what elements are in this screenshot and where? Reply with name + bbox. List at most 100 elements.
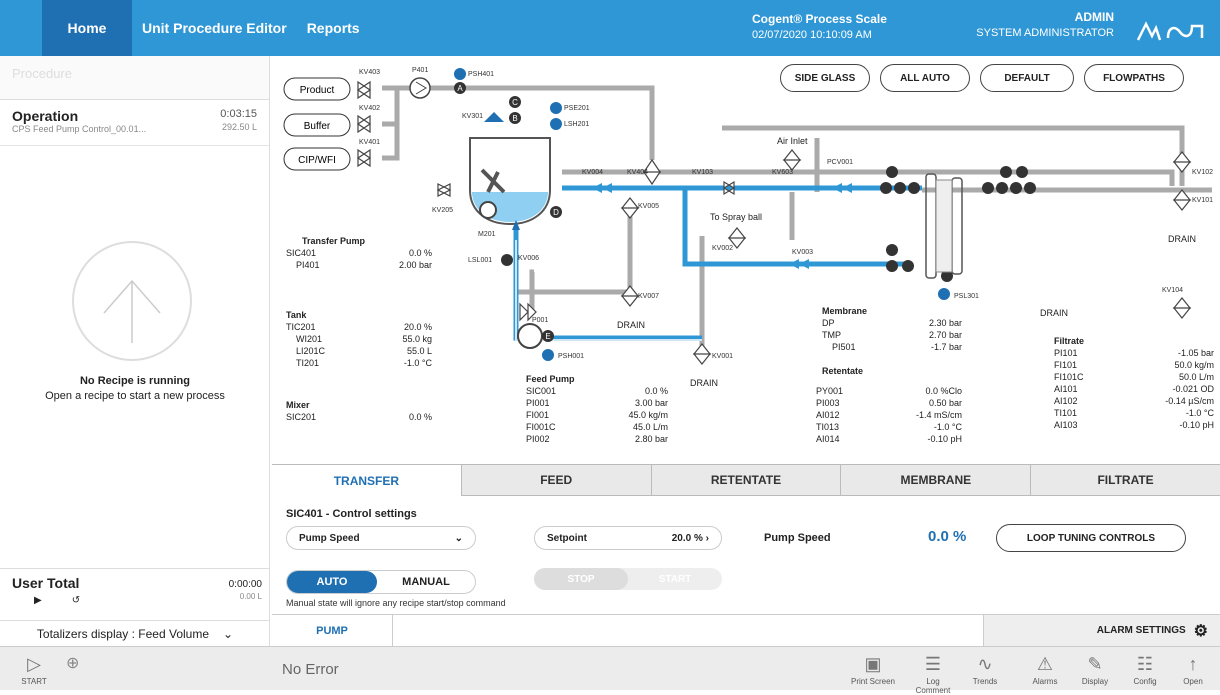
auto-option[interactable]: AUTO [287,571,377,593]
open-button[interactable]: ↑ Open [1170,651,1216,686]
svg-text:PI101: PI101 [1054,348,1078,358]
svg-text:KV002: KV002 [712,245,733,252]
svg-text:DRAIN: DRAIN [690,378,718,388]
user-info[interactable]: ADMIN SYSTEM ADMINISTRATOR [960,10,1114,41]
manual-option[interactable]: MANUAL [377,571,475,593]
pump-icon[interactable]: ⊕ [66,653,79,673]
app-info: Cogent® Process Scale 02/07/2020 10:10:0… [752,12,887,43]
source-product[interactable]: Product [283,77,351,101]
pump-message-field[interactable] [392,614,984,647]
source-cip-wfi[interactable]: CIP/WFI [283,147,351,171]
brand-logo-icon [1136,21,1204,41]
svg-text:PY001: PY001 [816,386,843,396]
mode-select-value: Pump Speed [299,532,360,544]
play-icon[interactable]: ▶ [34,595,42,606]
svg-text:AI101: AI101 [1054,384,1078,394]
start-button[interactable]: START [628,568,722,590]
alarm-settings-button[interactable]: ALARM SETTINGS ⚙ [984,614,1220,647]
svg-text:0.0 %: 0.0 % [409,412,432,422]
svg-text:TI201: TI201 [296,358,319,368]
display-button[interactable]: ✎ Display [1072,651,1118,686]
open-recipe-button[interactable] [72,241,192,361]
status-text: No Error [282,661,339,678]
transfer-pump-icon[interactable] [409,77,431,99]
svg-text:M201: M201 [478,231,496,238]
svg-text:PI002: PI002 [526,434,550,444]
svg-text:Air Inlet: Air Inlet [777,136,808,146]
config-label: Config [1133,677,1157,686]
svg-text:KV403: KV403 [359,69,380,76]
svg-text:-0.10 pH: -0.10 pH [927,434,962,444]
config-button[interactable]: ☷ Config [1122,651,1168,686]
tab-home[interactable]: Home [42,0,132,56]
svg-text:-1.0 °C: -1.0 °C [404,358,433,368]
alarms-button[interactable]: ⚠ Alarms [1022,651,1068,686]
print-screen-button[interactable]: ▣ Print Screen [850,651,896,686]
manual-hint: Manual state will ignore any recipe star… [286,598,506,608]
svg-text:-0.14 µS/cm: -0.14 µS/cm [1165,396,1214,406]
tab-reports[interactable]: Reports [297,0,370,56]
svg-text:PSL301: PSL301 [954,293,979,300]
svg-text:50.0 L/m: 50.0 L/m [1179,372,1214,382]
setpoint-field[interactable]: Setpoint 20.0 % › [534,526,722,550]
log-comment-button[interactable]: ☰ Log Comment [910,651,956,695]
control-settings-panel: SIC401 - Control settings Pump Speed ⌄ Se… [272,496,1220,614]
tab-membrane[interactable]: MEMBRANE [841,465,1032,496]
flowpaths-button[interactable]: FLOWPATHS [1084,64,1184,92]
reset-icon[interactable]: ↺ [72,595,80,606]
svg-text:PI003: PI003 [816,398,840,408]
svg-text:-0.10 pH: -0.10 pH [1179,420,1214,430]
svg-text:AI103: AI103 [1054,420,1078,430]
feed-pump-icon[interactable] [517,323,543,349]
start-stop-toggle[interactable]: STOP START [534,568,722,590]
stop-button[interactable]: STOP [534,568,628,590]
svg-text:LSL001: LSL001 [468,257,492,264]
display-label: Display [1081,677,1109,686]
svg-text:Product: Product [300,85,335,96]
default-button[interactable]: DEFAULT [980,64,1074,92]
svg-text:FI101: FI101 [1054,360,1077,370]
svg-text:2.30 bar: 2.30 bar [929,318,962,328]
sliders-icon: ☷ [1136,654,1154,674]
auto-manual-toggle[interactable]: AUTO MANUAL [286,570,476,594]
svg-text:TIC201: TIC201 [286,322,316,332]
operation-item[interactable]: Operation 0:03:15 292.50 L CPS Feed Pump … [0,100,269,146]
svg-text:-1.0 °C: -1.0 °C [1186,408,1215,418]
svg-text:AI014: AI014 [816,434,840,444]
svg-text:KV102: KV102 [1192,169,1213,176]
filtrate-readout: Filtrate PI101 -1.05 bar FI101 50.0 kg/m F… [1054,336,1214,430]
start-footer-button[interactable]: ▷ START [14,651,54,686]
svg-text:WI201: WI201 [296,334,322,344]
tab-filtrate[interactable]: FILTRATE [1031,465,1220,496]
section-tabs: TRANSFER FEED RETENTATE MEMBRANE FILTRAT… [272,464,1220,496]
no-recipe-title: No Recipe is running [79,375,190,387]
datetime: 02/07/2020 10:10:09 AM [752,29,872,41]
loop-tuning-button[interactable]: LOOP TUNING CONTROLS [996,524,1186,552]
svg-text:KV205: KV205 [432,207,453,214]
svg-text:AI012: AI012 [816,410,840,420]
svg-text:FI001: FI001 [526,410,549,420]
svg-text:TI101: TI101 [1054,408,1077,418]
source-buffer[interactable]: Buffer [283,113,351,137]
tab-retentate[interactable]: RETENTATE [651,465,842,496]
svg-text:0.0 %Clo: 0.0 %Clo [925,386,962,396]
tab-transfer[interactable]: TRANSFER [272,465,462,496]
trends-button[interactable]: ∿ Trends [962,651,1008,686]
all-auto-button[interactable]: ALL AUTO [880,64,970,92]
mode-select[interactable]: Pump Speed ⌄ [286,526,476,550]
operation-time: 0:03:15 292.50 L [220,108,257,132]
tab-unit-procedure-editor[interactable]: Unit Procedure Editor [132,0,297,56]
svg-text:0.0 %: 0.0 % [409,248,432,258]
svg-text:SIC401: SIC401 [286,248,316,258]
tab-feed[interactable]: FEED [461,465,652,496]
user-name: ADMIN [1074,10,1114,24]
svg-text:0.0 %: 0.0 % [645,386,668,396]
svg-text:DRAIN: DRAIN [1040,308,1068,318]
chevron-down-icon: ⌄ [454,532,463,544]
mixer-motor-icon [479,201,497,219]
transfer-pump-readout: Transfer Pump SIC401 0.0 % PI401 2.00 bar [286,236,432,270]
totalizers-dropdown[interactable]: Totalizers display : Feed Volume ⌄ [0,620,270,646]
svg-text:PSE201: PSE201 [564,105,590,112]
svg-text:KV001: KV001 [712,353,733,360]
side-glass-button[interactable]: SIDE GLASS [780,64,870,92]
